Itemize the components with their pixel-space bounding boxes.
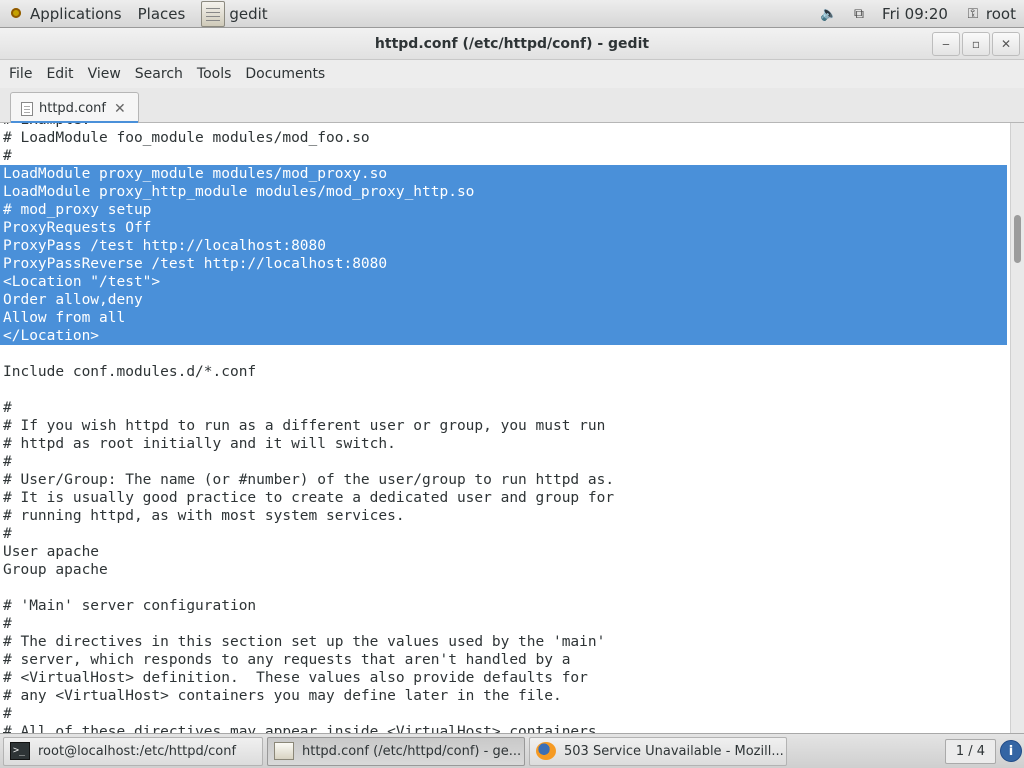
places-label: Places (137, 4, 186, 23)
window-title: httpd.conf (/etc/httpd/conf) - gedit (374, 35, 650, 52)
code-line: # (3, 706, 12, 722)
code-line: # any <VirtualHost> containers you may d… (3, 688, 562, 704)
network-icon[interactable]: ⧉ (850, 6, 868, 22)
applications-menu[interactable]: Applications (0, 0, 130, 28)
code-line: # <VirtualHost> definition. These values… (3, 670, 588, 686)
gedit-icon (274, 742, 294, 760)
scrollbar-thumb[interactable] (1014, 215, 1021, 263)
code-line: # (3, 526, 12, 542)
top-panel: Applications Places gedit 🔈 ⧉ Fri 09:20 … (0, 0, 1024, 28)
code-line: LoadModule proxy_http_module modules/mod… (0, 183, 1007, 201)
code-line: Order allow,deny (0, 291, 1007, 309)
gedit-icon (201, 0, 226, 27)
menu-edit[interactable]: Edit (39, 60, 80, 88)
tab-close-icon[interactable]: ✕ (114, 101, 126, 117)
code-line: # The directives in this section set up … (3, 634, 606, 650)
code-line: # server, which responds to any requests… (3, 652, 571, 668)
menu-view[interactable]: View (81, 60, 128, 88)
code-line: # (3, 148, 12, 164)
code-line: ProxyPass /test http://localhost:8080 (0, 237, 1007, 255)
code-line: <Location "/test"> (0, 273, 1007, 291)
gnome-foot-icon (8, 6, 24, 22)
task-gedit[interactable]: httpd.conf (/etc/httpd/conf) - ge... (267, 736, 525, 766)
code-line: # running httpd, as with most system ser… (3, 508, 405, 524)
vertical-scrollbar[interactable] (1010, 123, 1024, 733)
document-icon (21, 101, 33, 116)
code-line: User apache (3, 544, 100, 560)
task-label: 503 Service Unavailable - Mozill... (564, 743, 784, 759)
menu-search[interactable]: Search (128, 60, 190, 88)
volume-icon[interactable]: 🔈 (820, 6, 838, 22)
code-line: # All of these directives may appear ins… (3, 724, 606, 733)
terminal-icon (10, 742, 30, 760)
user-icon: ⚿ (967, 5, 979, 22)
applications-label: Applications (30, 4, 122, 23)
code-line: # (3, 454, 12, 470)
code-line: # 'Main' server configuration (3, 598, 257, 614)
user-menu[interactable]: ⚿ root (956, 0, 1024, 28)
tab-strip: httpd.conf ✕ (0, 88, 1024, 124)
text-editor[interactable]: # Example:# LoadModule foo_module module… (0, 123, 1010, 733)
clock[interactable]: Fri 09:20 (874, 0, 956, 28)
code-line: # httpd as root initially and it will sw… (3, 436, 396, 452)
code-line: ProxyRequests Off (0, 219, 1007, 237)
code-line: # User/Group: The name (or #number) of t… (3, 472, 615, 488)
tab-label: httpd.conf (39, 101, 106, 116)
bottom-taskbar: root@localhost:/etc/httpd/conf httpd.con… (0, 733, 1024, 768)
code-line: # mod_proxy setup (0, 201, 1007, 219)
code-line: </Location> (0, 327, 1007, 345)
code-line: Group apache (3, 562, 108, 578)
notification-info-icon[interactable]: i (1000, 740, 1022, 762)
menu-file[interactable]: File (2, 60, 39, 88)
active-app-menu[interactable]: gedit (193, 0, 275, 28)
menu-bar: File Edit View Search Tools Documents (0, 60, 1024, 88)
task-label: httpd.conf (/etc/httpd/conf) - ge... (302, 743, 522, 759)
task-firefox[interactable]: 503 Service Unavailable - Mozill... (529, 736, 787, 766)
window-titlebar[interactable]: httpd.conf (/etc/httpd/conf) - gedit ‒ ▫… (0, 28, 1024, 60)
editor-lines: # Example:# LoadModule foo_module module… (0, 123, 1010, 733)
task-terminal[interactable]: root@localhost:/etc/httpd/conf (3, 736, 263, 766)
menu-documents[interactable]: Documents (238, 60, 332, 88)
code-line: LoadModule proxy_module modules/mod_prox… (0, 165, 1007, 183)
minimize-button[interactable]: ‒ (932, 32, 960, 56)
menu-tools[interactable]: Tools (190, 60, 239, 88)
tab-httpd-conf[interactable]: httpd.conf ✕ (10, 92, 139, 124)
user-label: root (985, 4, 1016, 23)
code-line: ProxyPassReverse /test http://localhost:… (0, 255, 1007, 273)
close-button[interactable]: ✕ (992, 32, 1020, 56)
firefox-icon (536, 742, 556, 760)
places-menu[interactable]: Places (130, 0, 194, 28)
active-app-label: gedit (229, 4, 268, 23)
code-line: # (3, 400, 12, 416)
code-line: Include conf.modules.d/*.conf (3, 364, 257, 380)
code-line: # LoadModule foo_module modules/mod_foo.… (3, 130, 370, 146)
workspace-switcher[interactable]: 1 / 4 (944, 738, 996, 764)
code-line: # (3, 616, 12, 632)
maximize-button[interactable]: ▫ (962, 32, 990, 56)
code-line: # It is usually good practice to create … (3, 490, 615, 506)
code-line: # If you wish httpd to run as a differen… (3, 418, 606, 434)
code-line: Allow from all (0, 309, 1007, 327)
task-label: root@localhost:/etc/httpd/conf (38, 743, 237, 759)
